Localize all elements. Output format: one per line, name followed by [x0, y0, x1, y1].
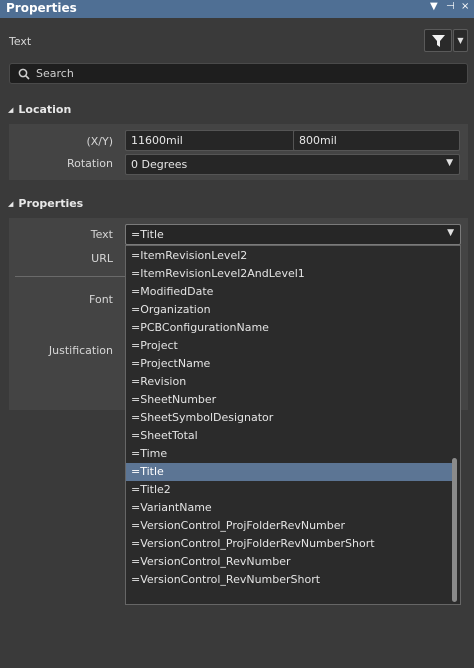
- collapse-triangle-icon: ◢: [8, 106, 14, 114]
- dropdown-item[interactable]: =VersionControl_ProjFolderRevNumberShort: [126, 535, 453, 553]
- rotation-value: 0 Degrees: [131, 158, 188, 171]
- dropdown-item[interactable]: =ItemRevisionLevel2AndLevel1: [126, 265, 453, 283]
- location-panel: (X/Y) 11600mil 800mil Rotation 0 Degrees…: [9, 124, 468, 180]
- dropdown-item[interactable]: =ProjectName: [126, 355, 453, 373]
- chevron-down-icon: ▼: [447, 228, 454, 238]
- dropdown-item[interactable]: =SheetNumber: [126, 391, 453, 409]
- pin-icon[interactable]: ⊣: [446, 1, 455, 12]
- x-coordinate-value: 11600mil: [131, 134, 183, 147]
- dropdown-item[interactable]: =Title: [126, 463, 453, 481]
- text-select-value: =Title: [131, 228, 164, 241]
- dropdown-item[interactable]: =ItemRevisionLevel2: [126, 247, 453, 265]
- dropdown-item[interactable]: =VersionControl_ProjFolderRevNumber: [126, 517, 453, 535]
- panel-titlebar: Properties ▼ ⊣ ×: [0, 0, 474, 18]
- dropdown-item[interactable]: =SheetSymbolDesignator: [126, 409, 453, 427]
- text-select[interactable]: =Title ▼: [125, 224, 461, 245]
- y-coordinate-value: 800mil: [299, 134, 337, 147]
- search-icon: [18, 68, 30, 80]
- dropdown-item[interactable]: =VersionControl_RevNumberShort: [126, 571, 453, 589]
- dropdown-item[interactable]: =Organization: [126, 301, 453, 319]
- xy-label: (X/Y): [86, 135, 113, 148]
- dropdown-item[interactable]: =Project: [126, 337, 453, 355]
- location-section-header[interactable]: ◢ Location: [8, 103, 71, 116]
- dropdown-item[interactable]: =PCBConfigurationName: [126, 319, 453, 337]
- properties-section-header[interactable]: ◢ Properties: [8, 197, 83, 210]
- divider: [15, 276, 125, 277]
- dropdown-item[interactable]: =Title2: [126, 481, 453, 499]
- collapse-triangle-icon: ◢: [8, 200, 14, 208]
- text-label: Text: [90, 228, 113, 241]
- x-coordinate-field[interactable]: 11600mil: [125, 130, 298, 151]
- y-coordinate-field[interactable]: 800mil: [293, 130, 460, 151]
- url-label: URL: [91, 252, 113, 265]
- justification-label: Justification: [48, 344, 113, 357]
- dropdown-item[interactable]: =ModifiedDate: [126, 283, 453, 301]
- object-type-label: Text: [9, 35, 32, 48]
- panel-menu-icon[interactable]: ▼: [430, 1, 438, 12]
- dropdown-item[interactable]: =SheetTotal: [126, 427, 453, 445]
- dropdown-item[interactable]: =Time: [126, 445, 453, 463]
- location-heading: Location: [18, 103, 72, 116]
- filter-dropdown-button[interactable]: ▼: [453, 29, 468, 52]
- chevron-down-icon: ▼: [457, 36, 464, 45]
- search-input[interactable]: Search: [9, 63, 468, 84]
- dropdown-item[interactable]: =Revision: [126, 373, 453, 391]
- chevron-down-icon: ▼: [446, 158, 453, 168]
- rotation-select[interactable]: 0 Degrees ▼: [125, 154, 460, 175]
- properties-heading: Properties: [18, 197, 84, 210]
- close-icon[interactable]: ×: [461, 1, 469, 12]
- dropdown-item[interactable]: =VariantName: [126, 499, 453, 517]
- rotation-label: Rotation: [66, 157, 113, 170]
- text-dropdown-list[interactable]: =VersionControl_RevNumberShort =VersionCo…: [125, 245, 461, 605]
- filter-icon: [432, 35, 445, 47]
- dropdown-item[interactable]: =VersionControl_RevNumber: [126, 553, 453, 571]
- panel-title: Properties: [6, 1, 77, 15]
- scrollbar-thumb[interactable]: [452, 458, 457, 602]
- font-label: Font: [89, 293, 113, 306]
- filter-button[interactable]: [424, 29, 452, 52]
- search-placeholder: Search: [36, 67, 74, 80]
